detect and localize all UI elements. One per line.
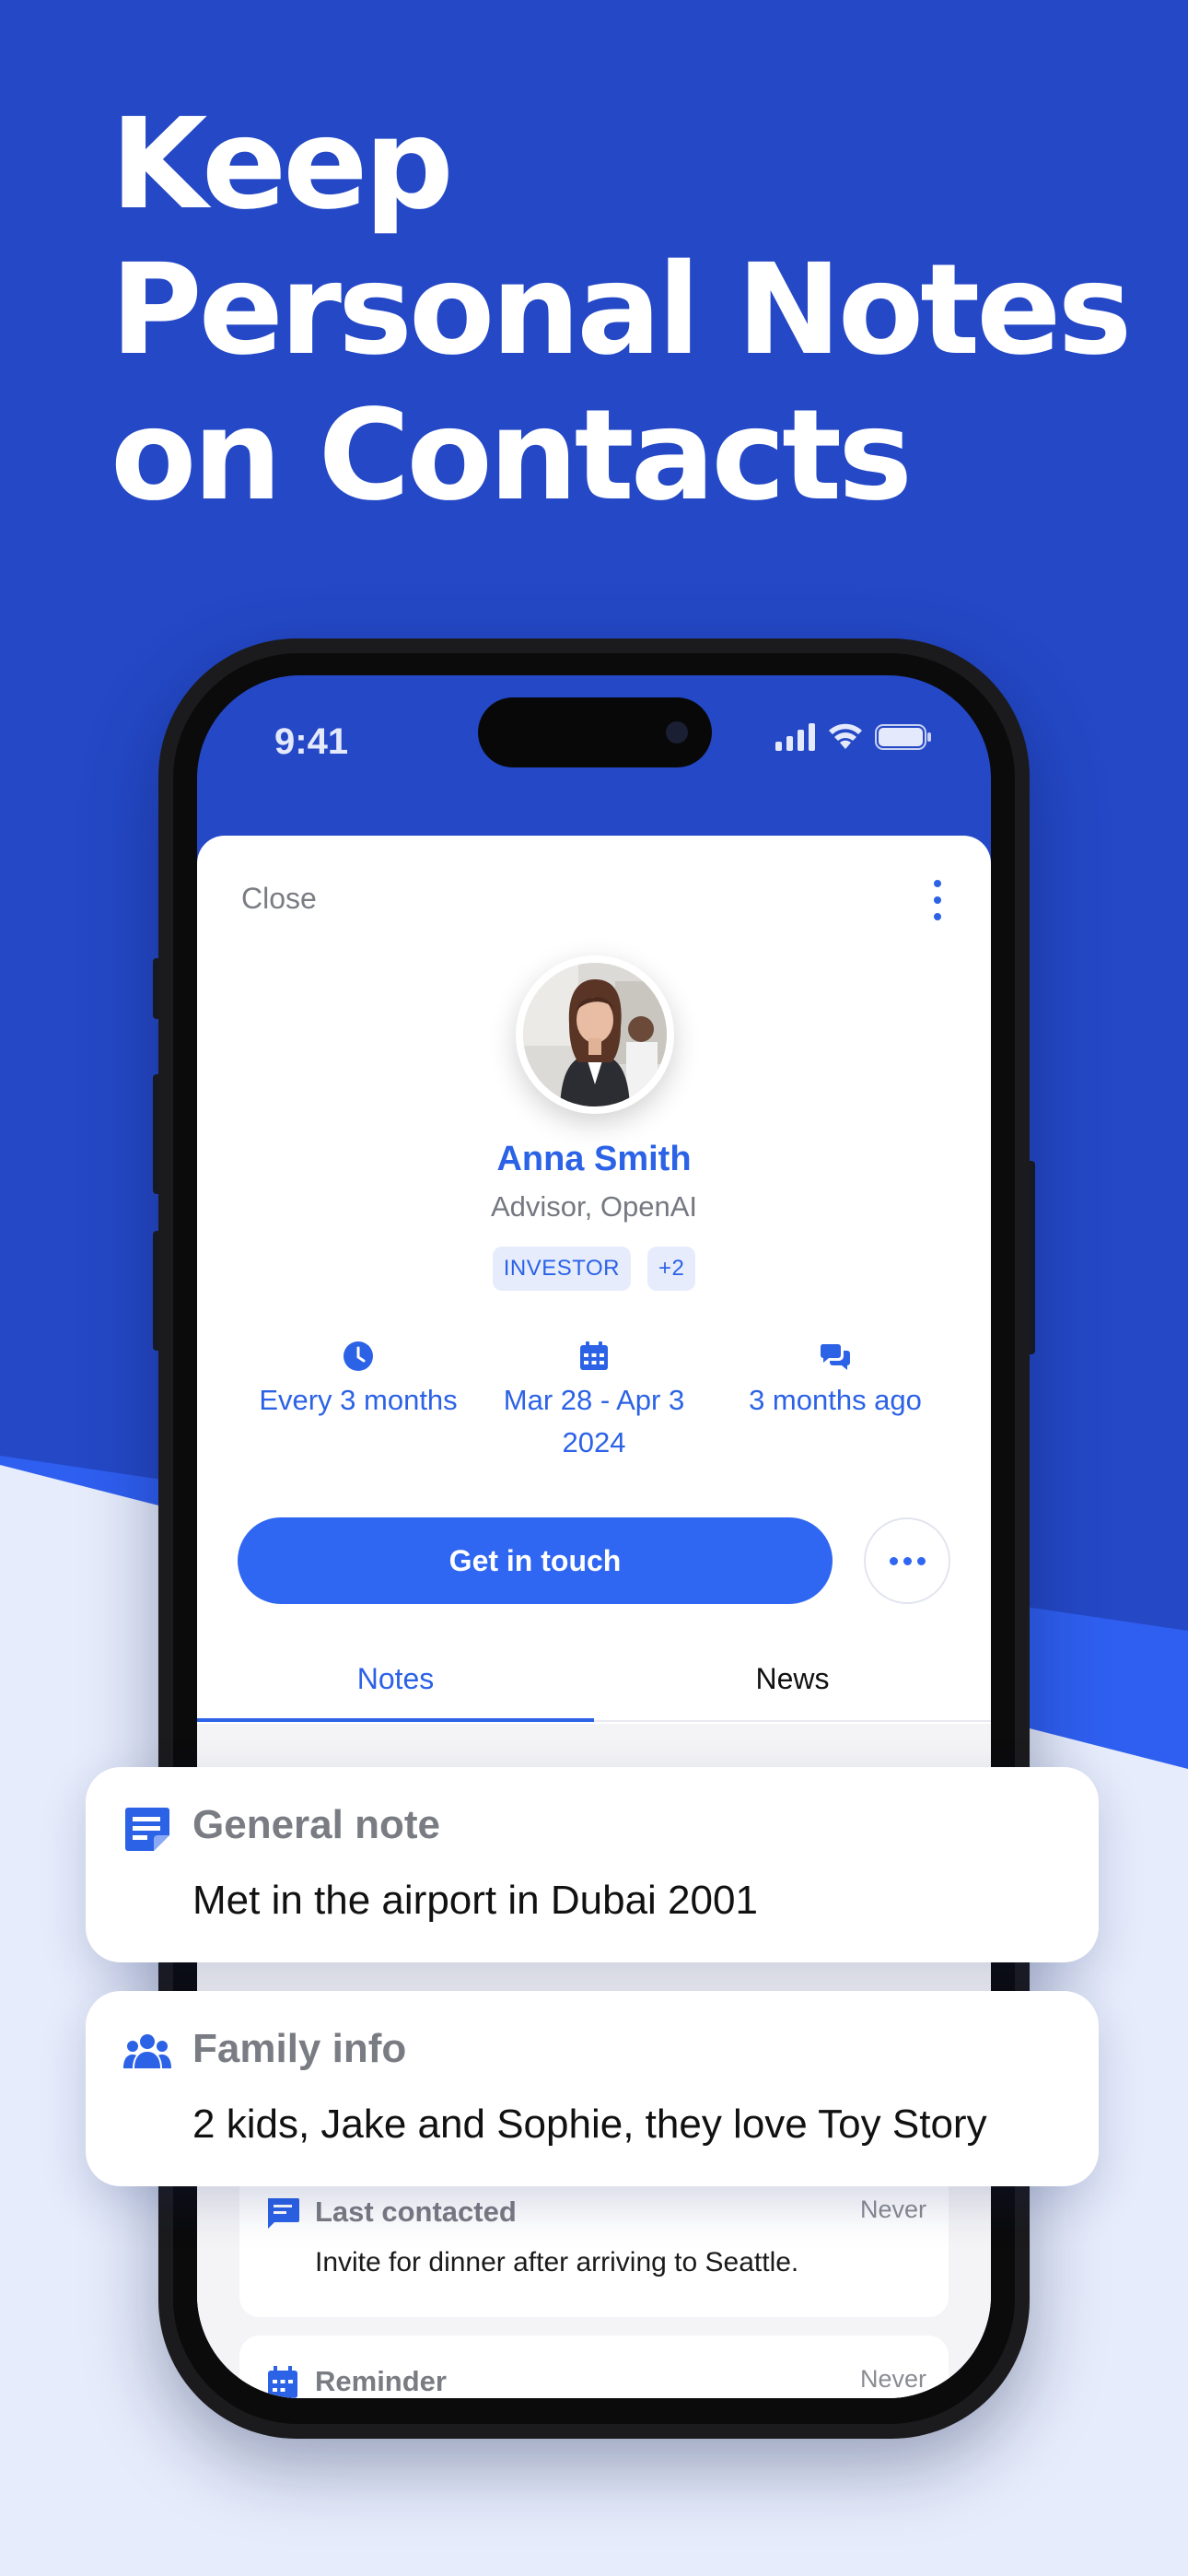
calendar-icon [580,1341,608,1370]
tab-bar: Notes News [197,1646,991,1722]
stat-dates-line-2: 2024 [562,1426,626,1458]
general-note-title: General note [192,1802,440,1847]
signal-icon [775,723,815,751]
wifi-icon [829,723,862,749]
status-icons [775,723,932,751]
close-button[interactable]: Close [241,882,317,916]
note-card-last-contacted[interactable]: Last contacted Never Invite for dinner a… [239,2166,949,2317]
status-bar: 9:41 [197,675,991,814]
note-value: Never [859,2195,926,2223]
tag-investor[interactable]: INVESTOR [492,1247,631,1291]
more-options-icon[interactable] [928,880,947,920]
stat-frequency[interactable]: Every 3 months [234,1341,483,1422]
tag-more[interactable]: +2 [646,1247,696,1291]
stat-dates-line-1: Mar 28 - Apr 3 [503,1384,685,1416]
status-time: 9:41 [274,721,349,762]
note-value: Never [859,2365,926,2393]
general-note-card[interactable]: General note Met in the airport in Dubai… [86,1767,1099,1962]
headline-line-3: on Contacts [111,383,913,529]
family-info-card[interactable]: Family info 2 kids, Jake and Sophie, the… [86,1991,1099,2186]
family-info-body: 2 kids, Jake and Sophie, they love Toy S… [192,2102,987,2147]
note-body: Invite for dinner after arriving to Seat… [315,2247,799,2277]
chat-icon [268,2198,299,2229]
get-in-touch-button[interactable]: Get in touch [238,1517,833,1604]
contact-name: Anna Smith [496,1140,692,1178]
stat-last-contact[interactable]: 3 months ago [715,1341,956,1422]
chat-icon [820,1344,850,1370]
avatar [516,955,674,1114]
note-title: Last contacted [315,2195,517,2228]
dynamic-island [478,697,712,767]
more-actions-button[interactable] [864,1517,950,1604]
headline-line-1: Keep [111,92,454,238]
calendar-icon [268,2366,297,2398]
contact-tags: INVESTOR +2 [197,1247,991,1291]
contact-role: Advisor, OpenAI [490,1190,697,1223]
headline: Keep Personal Notes on Contacts [111,92,1132,529]
tab-notes[interactable]: Notes [197,1646,594,1722]
battery-icon [875,724,931,750]
note-icon [125,1808,169,1851]
people-icon [123,2034,171,2068]
clock-icon [344,1341,373,1371]
stat-last-contact-label: 3 months ago [749,1384,922,1416]
note-card-reminder[interactable]: Reminder Never [239,2336,949,2398]
tab-news[interactable]: News [594,1646,991,1722]
stat-frequency-label: Every 3 months [259,1384,458,1416]
family-info-title: Family info [192,2026,407,2071]
headline-line-2: Personal Notes [111,238,1132,383]
general-note-body: Met in the airport in Dubai 2001 [192,1878,758,1923]
stat-dates[interactable]: Mar 28 - Apr 3 2024 [473,1341,715,1464]
note-title: Reminder [315,2365,447,2397]
